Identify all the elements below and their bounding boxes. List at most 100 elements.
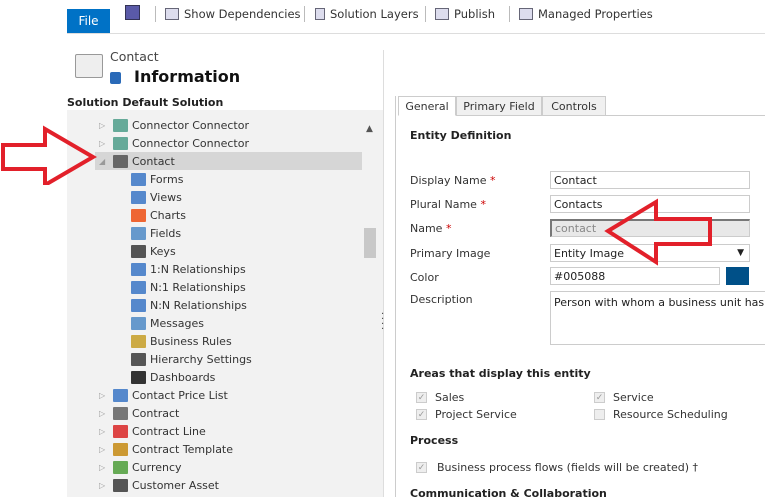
contact-entity-icon [75, 54, 103, 78]
name-label: Name * [410, 222, 451, 235]
required-marker: * [480, 198, 486, 211]
tree-item[interactable]: ▷ Connector Connector [99, 116, 249, 134]
tree-item-icon [113, 442, 128, 456]
tree-item-label: N:1 Relationships [150, 280, 246, 294]
expand-icon[interactable]: ▷ [99, 121, 109, 130]
tree-item[interactable]: ▷ Connector Connector [99, 134, 249, 152]
expand-icon[interactable]: ▷ [99, 463, 109, 472]
scrollbar-thumb[interactable] [364, 228, 376, 258]
tree-item-icon [131, 352, 146, 366]
tree-item-label: Messages [150, 316, 204, 330]
splitter-handle[interactable]: · · · · [381, 310, 384, 335]
plural-name-label: Plural Name * [410, 198, 486, 211]
color-swatch[interactable] [726, 267, 749, 285]
checkbox-checked: ✓ [416, 462, 427, 473]
tree-item-label: Charts [150, 208, 186, 222]
tree-child-item[interactable]: Views [131, 188, 182, 206]
dependencies-icon [165, 8, 179, 20]
required-marker: * [490, 174, 496, 187]
label: Project Service [435, 408, 517, 421]
tree-item[interactable]: ◢ Contact [99, 152, 175, 170]
tree-child-item[interactable]: Keys [131, 242, 176, 260]
checkbox-checked: ✓ [416, 409, 427, 420]
label: Resource Scheduling [613, 408, 728, 421]
tree-item-icon [131, 316, 146, 330]
text: Plural Name [410, 198, 477, 211]
color-label: Color [410, 271, 439, 284]
checkbox-checked: ✓ [416, 392, 427, 403]
tree-child-item[interactable]: Charts [131, 206, 186, 224]
checkbox-unchecked [594, 409, 605, 420]
save-icon[interactable] [125, 5, 140, 20]
divider [606, 115, 765, 116]
divider [383, 50, 384, 497]
entity-name: Contact [110, 49, 159, 64]
red-arrow-annotation [1, 125, 97, 185]
display-name-input[interactable]: Contact [550, 171, 750, 189]
primary-image-label: Primary Image [410, 247, 491, 260]
file-button[interactable]: File [67, 9, 110, 33]
tree-item[interactable]: ▷ Customer Asset [99, 476, 219, 494]
tree-item-label: Customer Asset [132, 478, 219, 492]
tree-child-item[interactable]: 1:N Relationships [131, 260, 246, 278]
service-checkbox[interactable]: ✓ Service [594, 391, 654, 404]
publish-button[interactable]: Publish [435, 5, 495, 23]
tree-item[interactable]: ▷ Contact Price List [99, 386, 228, 404]
tree-child-item[interactable]: N:1 Relationships [131, 278, 246, 296]
resource-scheduling-checkbox[interactable]: Resource Scheduling [594, 408, 728, 421]
collapse-icon[interactable]: ◢ [99, 157, 109, 166]
project-service-checkbox[interactable]: ✓ Project Service [416, 408, 517, 421]
label: Sales [435, 391, 465, 404]
divider [509, 6, 510, 22]
divider [67, 33, 765, 34]
expand-icon[interactable]: ▷ [99, 427, 109, 436]
expand-icon[interactable]: ▷ [99, 481, 109, 490]
tree-item[interactable]: ▷ Contract Template [99, 440, 233, 458]
tree-item-label: Forms [150, 172, 184, 186]
properties-icon [519, 8, 533, 20]
description-textarea[interactable]: Person with whom a business unit has a r… [550, 291, 765, 345]
tree-item-icon [113, 388, 128, 402]
tree-child-item[interactable]: Dashboards [131, 368, 215, 386]
tree-item-icon [113, 118, 128, 132]
scroll-up-icon[interactable]: ▲ [366, 124, 373, 134]
tree-item[interactable]: ▷ Contract [99, 404, 179, 422]
tree-item-label: Contract Line [132, 424, 206, 438]
tree-child-item[interactable]: Fields [131, 224, 181, 242]
tree-child-item[interactable]: Hierarchy Settings [131, 350, 252, 368]
tab-general[interactable]: General [398, 96, 456, 116]
tree-item[interactable]: ▷ Contract Line [99, 422, 206, 440]
label: Service [613, 391, 654, 404]
required-marker: * [445, 222, 452, 235]
display-name-label: Display Name * [410, 174, 496, 187]
tree-item-label: Business Rules [150, 334, 232, 348]
tree-item-icon [131, 262, 146, 276]
expand-icon[interactable]: ▷ [99, 139, 109, 148]
show-dependencies-button[interactable]: Show Dependencies [165, 5, 301, 23]
tree-child-item[interactable]: Forms [131, 170, 183, 188]
tree-item-icon [113, 424, 128, 438]
tree-child-item[interactable]: N:N Relationships [131, 296, 247, 314]
sales-checkbox[interactable]: ✓ Sales [416, 391, 464, 404]
tree-item-label: Keys [150, 244, 176, 258]
tab-primary-field[interactable]: Primary Field [456, 96, 542, 116]
tree-child-item[interactable]: Messages [131, 314, 204, 332]
dropdown-arrow-icon: ▼ [737, 248, 744, 258]
divider [304, 6, 305, 22]
solution-layers-button[interactable]: Solution Layers [315, 5, 419, 23]
expand-icon[interactable]: ▷ [99, 409, 109, 418]
expand-icon[interactable]: ▷ [99, 391, 109, 400]
communication-heading: Communication & Collaboration [410, 487, 607, 500]
tab-controls[interactable]: Controls [542, 96, 606, 116]
process-heading: Process [410, 434, 459, 447]
tree-item-icon [131, 208, 146, 222]
tree-item[interactable]: ▷ Currency [99, 458, 182, 476]
expand-icon[interactable]: ▷ [99, 445, 109, 454]
tree-item-label: Views [150, 190, 182, 204]
tree-item-label: Contact Price List [132, 388, 228, 402]
tree-child-item[interactable]: Business Rules [131, 332, 232, 350]
bpf-checkbox[interactable]: ✓ Business process flows (fields will be … [416, 461, 698, 474]
tree-item-label: Currency [132, 460, 182, 474]
tree-item-label: Contract [132, 406, 180, 420]
managed-properties-button[interactable]: Managed Properties [519, 5, 653, 23]
